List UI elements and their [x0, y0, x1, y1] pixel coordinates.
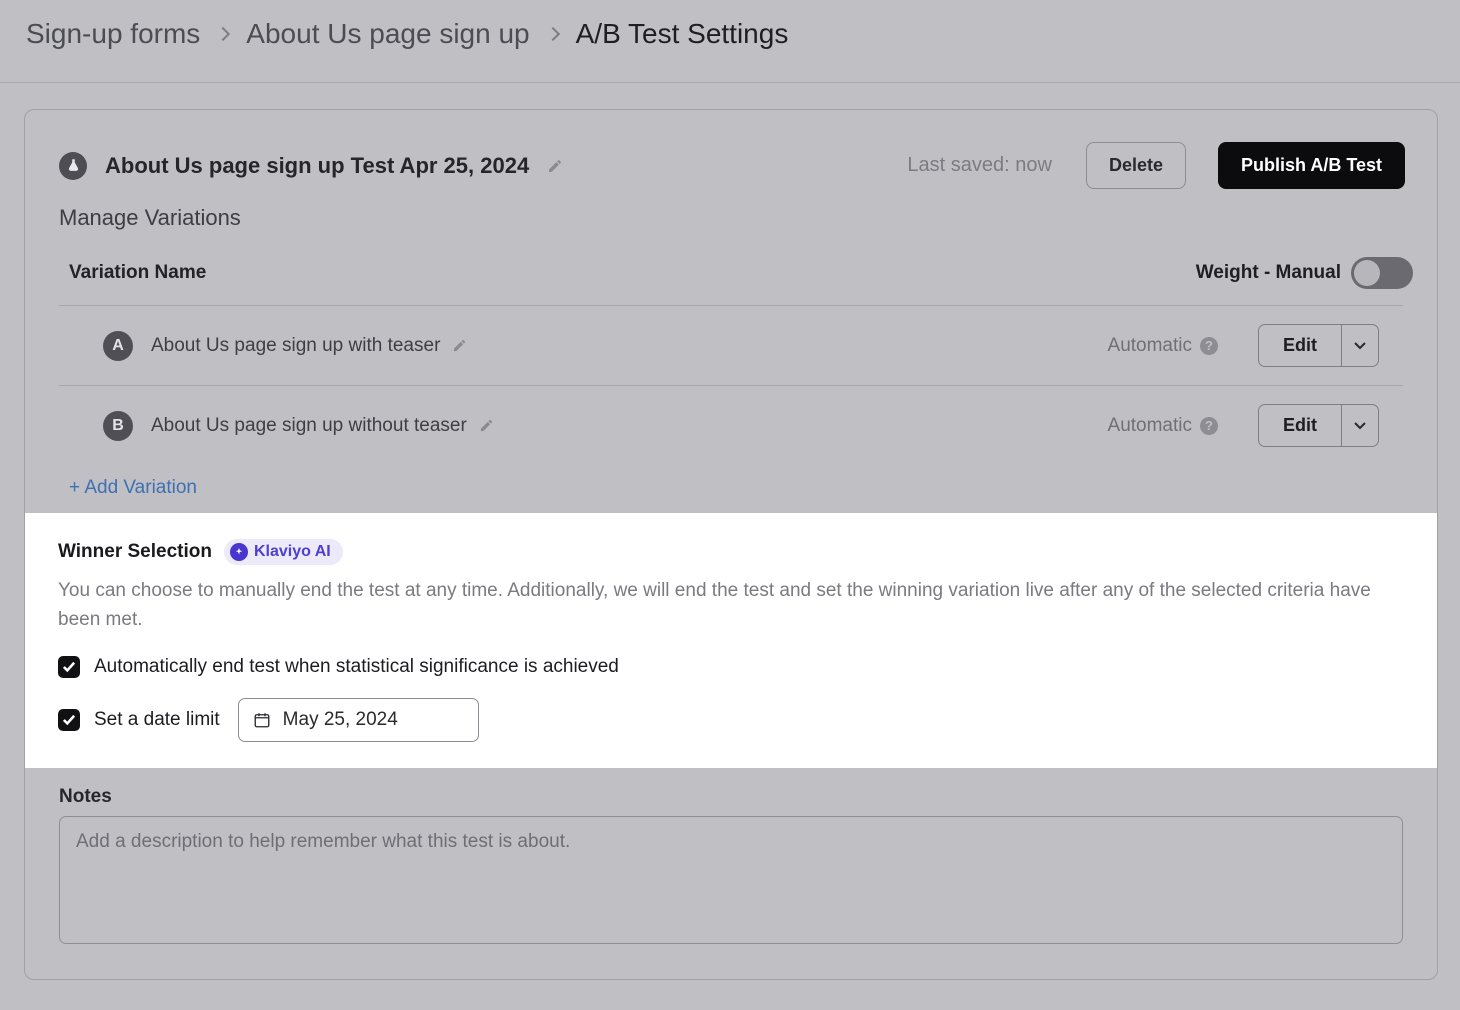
variations-header: Variation Name Weight - Manual — [25, 235, 1437, 305]
chevron-right-icon — [546, 27, 560, 41]
winner-selection-title: Winner Selection — [58, 541, 212, 563]
test-title: About Us page sign up Test Apr 25, 2024 — [105, 153, 529, 179]
variation-badge-b: B — [103, 411, 133, 441]
add-variation-link[interactable]: + Add Variation — [25, 465, 1437, 513]
notes-label: Notes — [59, 786, 1403, 808]
date-limit-checkbox[interactable] — [58, 709, 80, 731]
variation-row: A About Us page sign up with teaser Auto… — [59, 305, 1403, 385]
ab-test-card: About Us page sign up Test Apr 25, 2024 … — [24, 109, 1438, 980]
pencil-icon[interactable] — [547, 158, 563, 174]
manage-variations-title: Manage Variations — [25, 199, 1437, 235]
ai-badge-label: Klaviyo AI — [254, 543, 331, 561]
edit-variation-dropdown[interactable] — [1342, 324, 1379, 367]
weight-header: Weight - Manual — [1196, 262, 1341, 284]
edit-variation-button[interactable]: Edit — [1258, 404, 1342, 447]
variation-name-header: Variation Name — [69, 262, 206, 284]
breadcrumb-item-signup-forms[interactable]: Sign-up forms — [26, 18, 200, 50]
caret-down-icon — [1354, 342, 1366, 350]
edit-variation-button[interactable]: Edit — [1258, 324, 1342, 367]
help-icon[interactable]: ? — [1200, 337, 1218, 355]
variation-name: About Us page sign up with teaser — [151, 335, 440, 357]
card-header: About Us page sign up Test Apr 25, 2024 … — [25, 110, 1437, 199]
variation-weight: Automatic — [1108, 335, 1192, 357]
chevron-right-icon — [216, 27, 230, 41]
help-icon[interactable]: ? — [1200, 417, 1218, 435]
pencil-icon[interactable] — [452, 338, 467, 353]
auto-end-checkbox[interactable] — [58, 656, 80, 678]
date-limit-row: Set a date limit May 25, 2024 — [58, 698, 1404, 742]
flask-icon — [59, 152, 87, 180]
breadcrumb: Sign-up forms About Us page sign up A/B … — [0, 0, 1460, 83]
breadcrumb-item-about-us[interactable]: About Us page sign up — [246, 18, 529, 50]
variation-weight: Automatic — [1108, 415, 1192, 437]
auto-end-row: Automatically end test when statistical … — [58, 656, 1404, 678]
pencil-icon[interactable] — [479, 418, 494, 433]
publish-button[interactable]: Publish A/B Test — [1218, 142, 1405, 189]
variation-row: B About Us page sign up without teaser A… — [59, 385, 1403, 465]
klaviyo-ai-badge: Klaviyo AI — [224, 539, 343, 565]
date-limit-input[interactable]: May 25, 2024 — [238, 698, 479, 742]
winner-selection-section: Winner Selection Klaviyo AI You can choo… — [24, 513, 1438, 768]
auto-end-label: Automatically end test when statistical … — [94, 656, 619, 678]
caret-down-icon — [1354, 422, 1366, 430]
weight-manual-toggle[interactable] — [1351, 257, 1413, 289]
edit-variation-dropdown[interactable] — [1342, 404, 1379, 447]
breadcrumb-item-ab-test-settings: A/B Test Settings — [576, 18, 789, 50]
sparkle-icon — [230, 543, 248, 561]
edit-variation-split-button: Edit — [1258, 324, 1379, 367]
date-limit-label: Set a date limit — [94, 709, 220, 731]
date-limit-value: May 25, 2024 — [283, 709, 398, 731]
variation-name: About Us page sign up without teaser — [151, 415, 467, 437]
notes-textarea[interactable] — [59, 816, 1403, 944]
notes-section: Notes — [25, 768, 1437, 979]
last-saved-text: Last saved: now — [907, 154, 1052, 177]
calendar-icon — [253, 711, 271, 729]
winner-selection-description: You can choose to manually end the test … — [58, 577, 1404, 634]
delete-button[interactable]: Delete — [1086, 142, 1186, 189]
variation-badge-a: A — [103, 331, 133, 361]
edit-variation-split-button: Edit — [1258, 404, 1379, 447]
